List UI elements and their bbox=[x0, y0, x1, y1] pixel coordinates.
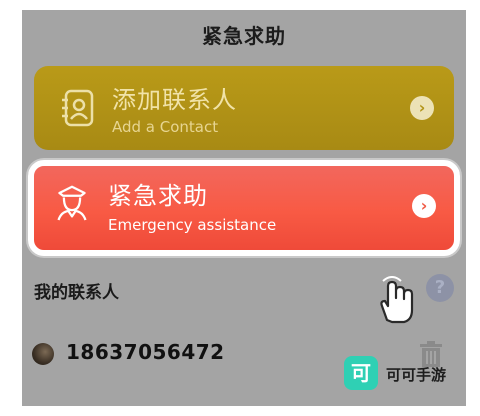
page-title: 紧急求助 bbox=[202, 24, 286, 48]
police-officer-icon bbox=[57, 185, 87, 221]
watermark-text: 可可手游 bbox=[386, 366, 447, 384]
chevron-right-icon: › bbox=[410, 96, 434, 120]
help-button[interactable]: ? bbox=[426, 274, 454, 302]
pointer-hand-icon bbox=[380, 276, 414, 324]
add-contact-subtitle: Add a Contact bbox=[112, 118, 219, 136]
contact-card-icon bbox=[62, 89, 94, 127]
add-contact-title: 添加联系人 bbox=[112, 86, 237, 114]
add-contact-button[interactable]: 添加联系人 Add a Contact › bbox=[34, 66, 454, 150]
emergency-title: 紧急求助 bbox=[108, 182, 208, 210]
emergency-assistance-button[interactable]: 紧急求助 Emergency assistance › bbox=[28, 160, 460, 256]
app-screen: 紧急求助 添加联系人 Add a Contact › 紧急求助 Emergenc… bbox=[22, 10, 466, 406]
chevron-right-icon: › bbox=[412, 194, 436, 218]
site-watermark: 可 可可手游 bbox=[344, 356, 462, 392]
contact-phone: 18637056472 bbox=[66, 340, 225, 364]
emergency-subtitle: Emergency assistance bbox=[108, 216, 277, 234]
my-contacts-heading: 我的联系人 bbox=[34, 283, 119, 303]
avatar bbox=[32, 343, 54, 365]
watermark-logo: 可 bbox=[344, 356, 378, 390]
